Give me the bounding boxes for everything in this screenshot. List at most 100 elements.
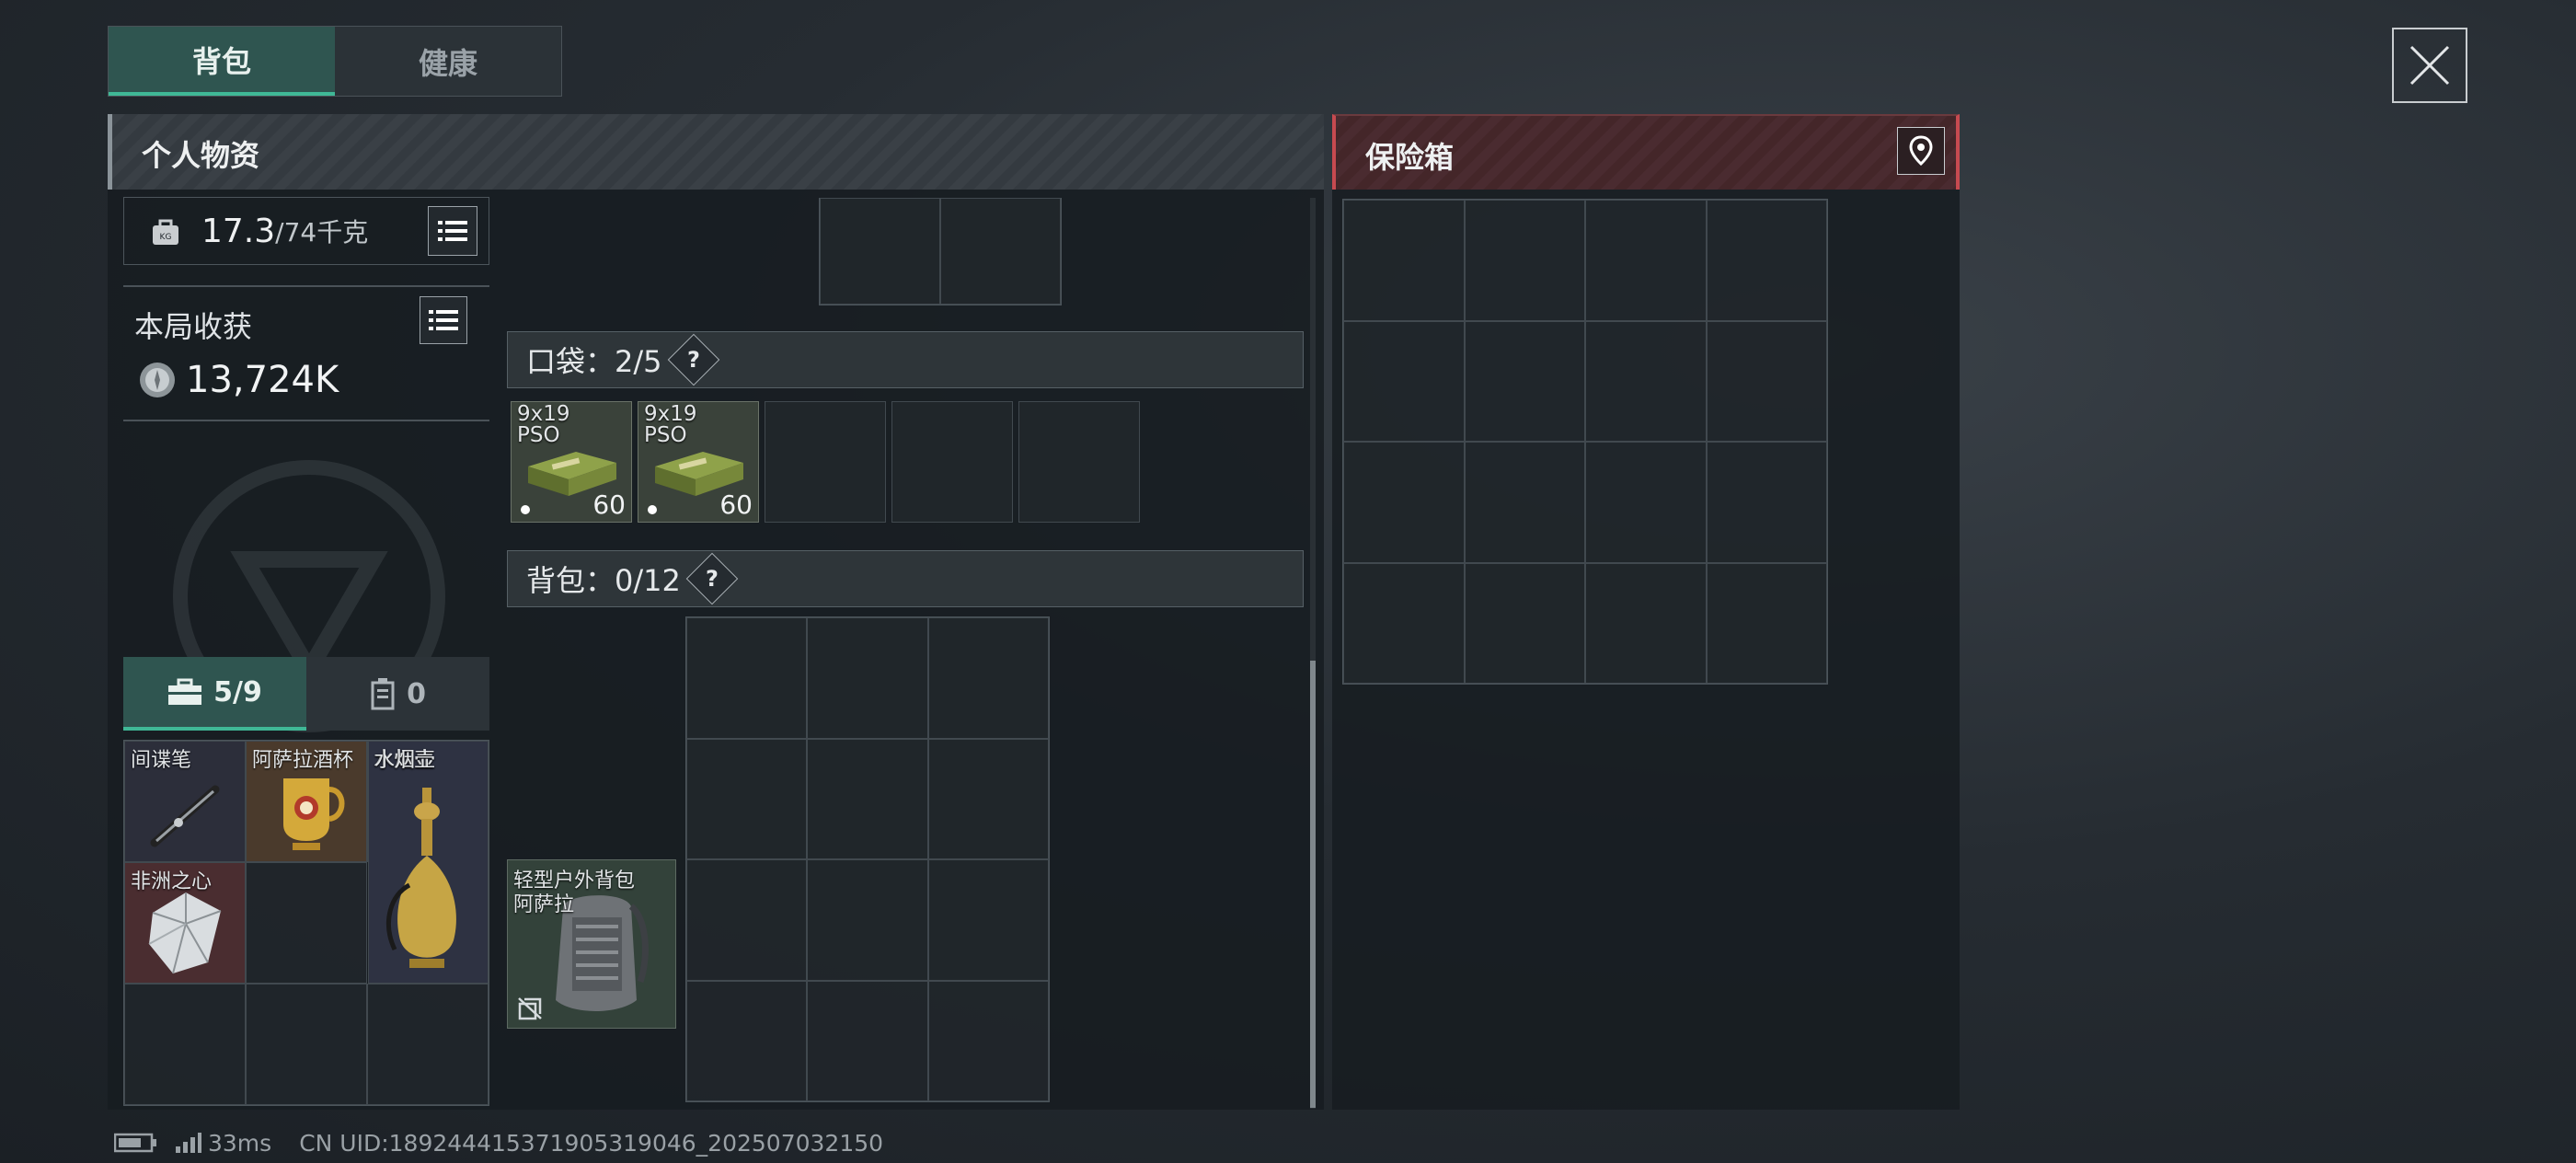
backpack-grid	[685, 616, 1050, 1102]
coin-icon	[140, 363, 175, 397]
empty-slot[interactable]	[1585, 320, 1707, 442]
empty-slot[interactable]	[927, 980, 1049, 1101]
empty-slot[interactable]	[820, 198, 940, 305]
item-subname: 阿萨拉	[513, 893, 575, 916]
equipped-backpack[interactable]: 轻型户外背包 阿萨拉	[507, 859, 676, 1029]
empty-slot[interactable]	[1706, 562, 1827, 684]
harvest-value-row: 13,724K	[138, 359, 339, 401]
container-tabs: 5/9 0	[123, 657, 489, 731]
empty-slot[interactable]	[1343, 442, 1465, 563]
signal-icon	[176, 1133, 201, 1153]
pocket-label: 口袋：2/5	[526, 344, 662, 379]
empty-slot[interactable]	[124, 984, 246, 1105]
close-button[interactable]	[2392, 28, 2467, 103]
uid-text: CN UID:18924441537190531​9046_2025070321…	[299, 1129, 884, 1157]
durability-dot	[648, 505, 657, 514]
safe-box-grid	[1342, 199, 1828, 685]
help-icon: ?	[686, 346, 700, 373]
harvest-label: 本局收获	[134, 309, 253, 344]
empty-slot[interactable]	[940, 198, 1061, 305]
pocket-empty-slot[interactable]	[1018, 401, 1140, 523]
divider	[123, 285, 489, 287]
item-name: 非洲之心	[131, 870, 213, 893]
empty-slot[interactable]	[807, 617, 928, 739]
status-bar: 33ms CN UID:18924441537190531​9046_20250…	[114, 1128, 883, 1157]
empty-slot[interactable]	[1464, 442, 1585, 563]
weight-list-button[interactable]	[428, 206, 477, 256]
item-name: 9x19 PSO	[517, 402, 570, 447]
empty-slot[interactable]	[807, 980, 928, 1101]
empty-slot[interactable]	[1464, 562, 1585, 684]
toolbox-icon	[168, 678, 202, 705]
empty-slot[interactable]	[1585, 562, 1707, 684]
empty-slot[interactable]	[807, 738, 928, 859]
empty-slot[interactable]	[927, 617, 1049, 739]
item-name: 水烟壶	[374, 749, 436, 772]
safe-box-header: 保险箱	[1332, 114, 1960, 190]
empty-slot[interactable]	[1706, 200, 1827, 321]
ping-value: 33ms	[208, 1129, 272, 1157]
diamond-icon	[148, 892, 222, 974]
inventory-tabs: 背包 健康	[108, 26, 562, 97]
item-hookah-tall[interactable]: 水烟壶	[368, 741, 489, 984]
item-spy-pen[interactable]: 间谍笔	[124, 741, 246, 862]
weight-value: 17.3	[201, 212, 276, 250]
personal-title: 个人物资	[142, 138, 260, 173]
item-count: 60	[719, 489, 753, 520]
empty-slot[interactable]	[1585, 200, 1707, 321]
weight-max: /74千克	[275, 217, 369, 248]
divider	[123, 420, 489, 421]
hookah-icon	[386, 788, 456, 968]
empty-slot[interactable]	[1585, 442, 1707, 563]
empty-slot[interactable]	[1343, 200, 1465, 321]
spy-pen-icon	[150, 785, 220, 847]
empty-slot[interactable]	[1706, 320, 1827, 442]
empty-slot[interactable]	[1343, 320, 1465, 442]
locate-button[interactable]	[1897, 127, 1945, 175]
empty-slot[interactable]	[1706, 442, 1827, 563]
pocket-item-ammo[interactable]: 9x19 PSO 60	[638, 401, 759, 523]
empty-slot[interactable]	[686, 738, 808, 859]
item-heart-of-africa[interactable]: 非洲之心	[124, 862, 246, 984]
harvest-list-button[interactable]	[420, 296, 467, 344]
safe-box-title: 保险箱	[1365, 140, 1455, 175]
empty-slot[interactable]	[367, 984, 489, 1105]
tab-safe-container[interactable]: 5/9	[123, 657, 306, 731]
help-icon: ?	[705, 565, 719, 592]
empty-slot[interactable]	[686, 859, 808, 981]
pocket-item-ammo[interactable]: 9x19 PSO 60	[511, 401, 632, 523]
durability-dot	[521, 505, 530, 514]
backpack-help-button[interactable]: ?	[685, 552, 739, 605]
empty-slot[interactable]	[1343, 562, 1465, 684]
empty-slot[interactable]	[1464, 320, 1585, 442]
pocket-empty-slot[interactable]	[891, 401, 1013, 523]
item-name: 阿萨拉酒杯	[252, 749, 354, 772]
item-name: 间谍笔	[131, 749, 192, 772]
gold-goblet-icon	[283, 778, 345, 850]
safe-container-count: 5/9	[213, 675, 262, 708]
unequip-icon[interactable]	[517, 996, 543, 1020]
empty-slot[interactable]	[807, 859, 928, 981]
tab-backpack[interactable]: 背包	[109, 27, 335, 96]
empty-slot[interactable]	[246, 984, 367, 1105]
tab-canister[interactable]: 0	[306, 657, 489, 731]
empty-slot[interactable]	[686, 980, 808, 1101]
item-asara-goblet[interactable]: 阿萨拉酒杯	[246, 741, 367, 862]
svg-text:KG: KG	[160, 233, 172, 242]
weight-bag-icon: KG	[153, 219, 178, 245]
empty-slot[interactable]	[246, 862, 367, 984]
list-icon	[429, 310, 458, 330]
pocket-empty-slot[interactable]	[765, 401, 886, 523]
scrollbar-thumb[interactable]	[1310, 661, 1316, 1108]
pocket-help-button[interactable]: ?	[667, 333, 719, 386]
empty-slot[interactable]	[927, 859, 1049, 981]
empty-slot[interactable]	[1464, 200, 1585, 321]
empty-slot[interactable]	[927, 738, 1049, 859]
tab-health[interactable]: 健康	[335, 27, 561, 96]
item-count: 60	[592, 489, 626, 520]
pocket-slots: 9x19 PSO 60 9x19 PSO 60	[511, 401, 1140, 523]
item-name: 9x19 PSO	[644, 402, 697, 447]
empty-slot[interactable]	[686, 617, 808, 739]
battery-icon	[114, 1133, 156, 1153]
backpack-header: 背包：0/12 ?	[507, 550, 1304, 607]
